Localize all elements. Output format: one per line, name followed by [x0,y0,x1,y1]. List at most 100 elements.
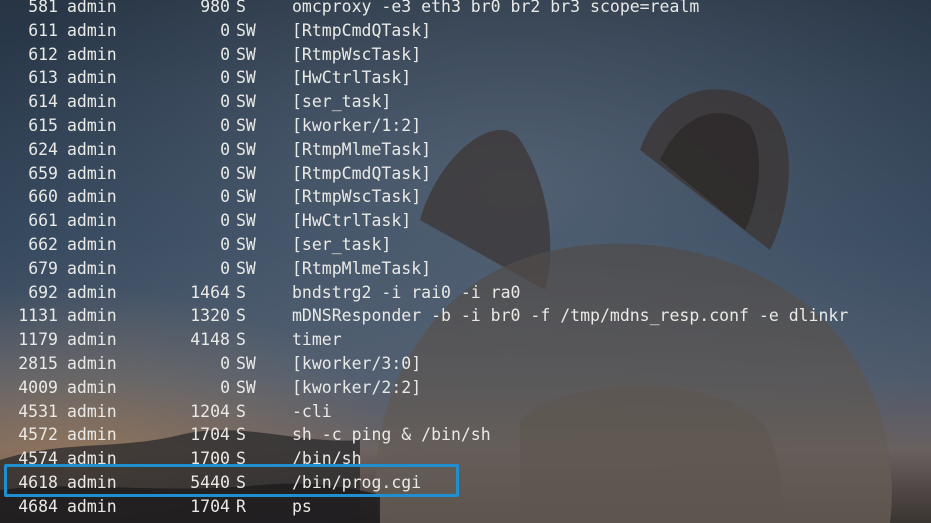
process-command: [HwCtrlTask] [292,68,412,88]
process-stat: S [236,330,246,350]
process-vsz: 1204 [190,401,230,421]
process-user: admin [67,234,117,254]
process-pid: 1179 [18,330,58,350]
process-stat: SW [236,234,256,254]
process-command: [RtmpMlmeTask] [292,139,432,159]
process-row: 662 admin 0 SW [ser_task] [0,233,931,257]
process-stat: S [236,401,246,421]
process-vsz: 1320 [190,306,230,326]
process-user: admin [67,401,117,421]
process-command: [RtmpMlmeTask] [292,258,432,278]
process-vsz: 0 [220,92,230,112]
process-user: admin [67,115,117,135]
process-user: admin [67,258,117,278]
process-vsz: 0 [220,187,230,207]
process-stat: S [236,0,246,16]
process-command: [ser_task] [292,92,392,112]
process-user: admin [67,282,117,302]
process-stat: SW [236,115,256,135]
process-user: admin [67,139,117,159]
process-pid: 662 [28,234,58,254]
process-row: 692 admin 1464 Sbndstrg2 -i rai0 -i ra0 [0,281,931,305]
process-row: 614 admin 0 SW [ser_task] [0,90,931,114]
process-vsz: 0 [220,258,230,278]
process-command: mDNSResponder -b -i br0 -f /tmp/mdns_res… [292,306,849,326]
process-command: [RtmpWscTask] [292,187,422,207]
process-vsz: 4148 [190,330,230,350]
process-row: 659 admin 0 SW [RtmpCmdQTask] [0,162,931,186]
process-user: admin [67,20,117,40]
process-vsz: 1704 [190,496,230,516]
process-command: telnetd -b 0.0.0.0 [292,519,471,523]
process-row: 2815 admin 0 SW [kworker/3:0] [0,352,931,376]
process-vsz: 1704 [150,519,230,523]
process-row: 4572 admin 1704 Ssh -c ping & /bin/sh [0,423,931,447]
process-row: 4684 admin 1704 Rps [0,495,931,519]
process-stat: S [236,519,246,523]
process-command: [RtmpCmdQTask] [292,20,432,40]
process-stat: SW [236,68,256,88]
process-stat: S [236,306,246,326]
process-pid: 692 [28,282,58,302]
process-row: 679 admin 0 SW [RtmpMlmeTask] [0,257,931,281]
process-stat: SW [236,20,256,40]
process-row: 4009 admin 0 SW [kworker/2:2] [0,376,931,400]
process-pid: 1131 [18,306,58,326]
process-stat: SW [236,211,256,231]
process-pid: 614 [28,92,58,112]
process-command: [kworker/2:2] [292,377,422,397]
process-pid: 661 [28,211,58,231]
process-pid: 4009 [18,377,58,397]
process-user: admin [67,306,117,326]
process-user: admin [67,163,117,183]
process-row: 624 admin 0 SW [RtmpMlmeTask] [0,138,931,162]
process-vsz: 0 [220,163,230,183]
process-row: 611 admin 0 SW [RtmpCmdQTask] [0,19,931,43]
process-user: admin [67,425,117,445]
process-stat: R [236,496,246,516]
process-stat: SW [236,44,256,64]
process-vsz: 1464 [190,282,230,302]
process-row: 660 admin 0 SW [RtmpWscTask] [0,185,931,209]
process-pid: 612 [28,44,58,64]
process-vsz: 0 [220,139,230,159]
process-command: [kworker/1:2] [292,115,422,135]
process-stat: SW [236,139,256,159]
process-user: admin [67,44,117,64]
process-row: 4531 admin 1204 S -cli [0,400,931,424]
process-stat: SW [236,377,256,397]
process-vsz: 0 [220,115,230,135]
process-command: [RtmpCmdQTask] [292,163,432,183]
process-stat: SW [236,163,256,183]
process-command: [HwCtrlTask] [292,211,412,231]
process-vsz: 980 [200,0,230,16]
process-command: [kworker/3:0] [292,353,422,373]
process-user: admin [67,519,117,523]
process-pid: 611 [28,20,58,40]
process-user: admin [67,68,117,88]
process-command: ps [292,496,312,516]
process-row: 615 admin 0 SW [kworker/1:2] [0,114,931,138]
process-user: admin [67,92,117,112]
process-command: -cli [292,401,332,421]
process-pid: 581 [28,0,58,16]
process-vsz: 0 [220,353,230,373]
process-stat: SW [236,353,256,373]
process-stat: S [236,282,246,302]
process-user: admin [67,496,117,516]
process-vsz: 0 [220,234,230,254]
process-user: admin [67,0,117,16]
highlight-box-prog-cgi [4,464,459,497]
process-pid: 624 [28,139,58,159]
process-user: admin [67,330,117,350]
process-user: admin [67,187,117,207]
process-command: omcproxy -e3 eth3 br0 br2 br3 scope=real… [292,0,700,16]
process-command: [RtmpWscTask] [292,44,422,64]
process-pid: 660 [28,187,58,207]
process-pid: 4684 [18,496,58,516]
process-vsz: 1704 [190,425,230,445]
process-row: 6265 admin 1704 Stelnetd -b 0.0.0.0 [0,519,931,523]
process-command: [ser_task] [292,234,392,254]
process-stat: SW [236,92,256,112]
process-row: 661 admin 0 SW [HwCtrlTask] [0,209,931,233]
